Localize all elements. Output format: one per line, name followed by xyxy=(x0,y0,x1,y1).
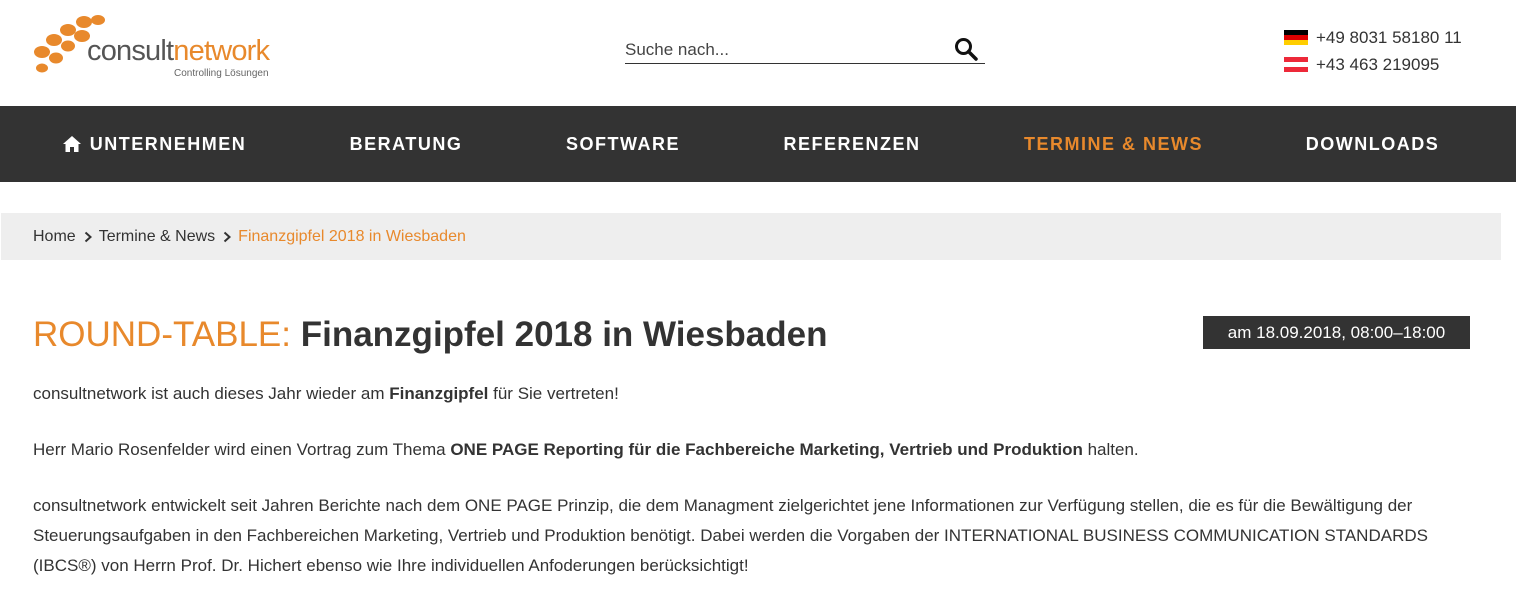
flag-austria-icon xyxy=(1284,56,1308,73)
nav-item-unternehmen[interactable]: UNTERNEHMEN xyxy=(40,106,268,182)
home-icon xyxy=(62,136,81,152)
date-badge: am 18.09.2018, 08:00–18:00 xyxy=(1203,316,1470,349)
title-main: Finanzgipfel 2018 in Wiesbaden xyxy=(300,315,828,354)
paragraph-talk: Herr Mario Rosenfelder wird einen Vortra… xyxy=(33,440,1139,459)
paragraph-intro: consultnetwork ist auch dieses Jahr wied… xyxy=(33,384,619,403)
chevron-right-icon xyxy=(84,231,92,242)
main-navigation: UNTERNEHMEN BERATUNG SOFTWARE REFERENZEN… xyxy=(0,106,1516,182)
flag-germany-icon xyxy=(1284,29,1308,46)
breadcrumb-termine-news[interactable]: Termine & News xyxy=(99,228,215,246)
page-title: ROUND-TABLE: Finanzgipfel 2018 in Wiesba… xyxy=(33,314,827,356)
nav-item-downloads[interactable]: DOWNLOADS xyxy=(1295,106,1450,182)
nav-item-label: TERMINE & NEWS xyxy=(1023,133,1203,154)
phone-number: +49 8031 58180 11 xyxy=(1316,27,1462,47)
title-prefix: ROUND-TABLE: xyxy=(33,315,291,354)
logo-wordmark: consultnetwork xyxy=(87,35,270,67)
nav-item-label: UNTERNEHMEN xyxy=(89,133,247,154)
breadcrumb: Home Termine & News Finanzgipfel 2018 in… xyxy=(1,213,1501,260)
nav-item-termine-news[interactable]: TERMINE & NEWS xyxy=(1010,106,1217,182)
logo-tagline: Controlling Lösungen xyxy=(174,68,269,79)
site-header: consultnetwork Controlling Lösungen +49 … xyxy=(0,0,1516,106)
phone-germany[interactable]: +49 8031 58180 11 xyxy=(1284,24,1462,51)
paragraph-details: consultnetwork entwickelt seit Jahren Be… xyxy=(33,496,1428,575)
phone-number: +43 463 219095 xyxy=(1316,54,1440,74)
logo[interactable]: consultnetwork Controlling Lösungen xyxy=(32,14,282,84)
nav-item-referenzen[interactable]: REFERENZEN xyxy=(772,106,932,182)
breadcrumb-current: Finanzgipfel 2018 in Wiesbaden xyxy=(238,227,466,245)
search-icon[interactable] xyxy=(953,36,979,62)
search-box xyxy=(625,34,985,64)
nav-item-label: BERATUNG xyxy=(349,133,463,154)
nav-item-beratung[interactable]: BERATUNG xyxy=(331,106,481,182)
nav-item-label: REFERENZEN xyxy=(783,133,921,154)
article-body: consultnetwork ist auch dieses Jahr wied… xyxy=(33,379,1473,596)
contact-phones: +49 8031 58180 11 +43 463 219095 xyxy=(1284,24,1462,78)
search-input[interactable] xyxy=(625,38,935,62)
chevron-right-icon xyxy=(224,231,232,242)
phone-austria[interactable]: +43 463 219095 xyxy=(1284,51,1462,78)
nav-item-label: DOWNLOADS xyxy=(1305,133,1440,154)
nav-item-label: SOFTWARE xyxy=(566,133,680,154)
breadcrumb-home[interactable]: Home xyxy=(33,228,76,246)
nav-item-software[interactable]: SOFTWARE xyxy=(548,106,698,182)
